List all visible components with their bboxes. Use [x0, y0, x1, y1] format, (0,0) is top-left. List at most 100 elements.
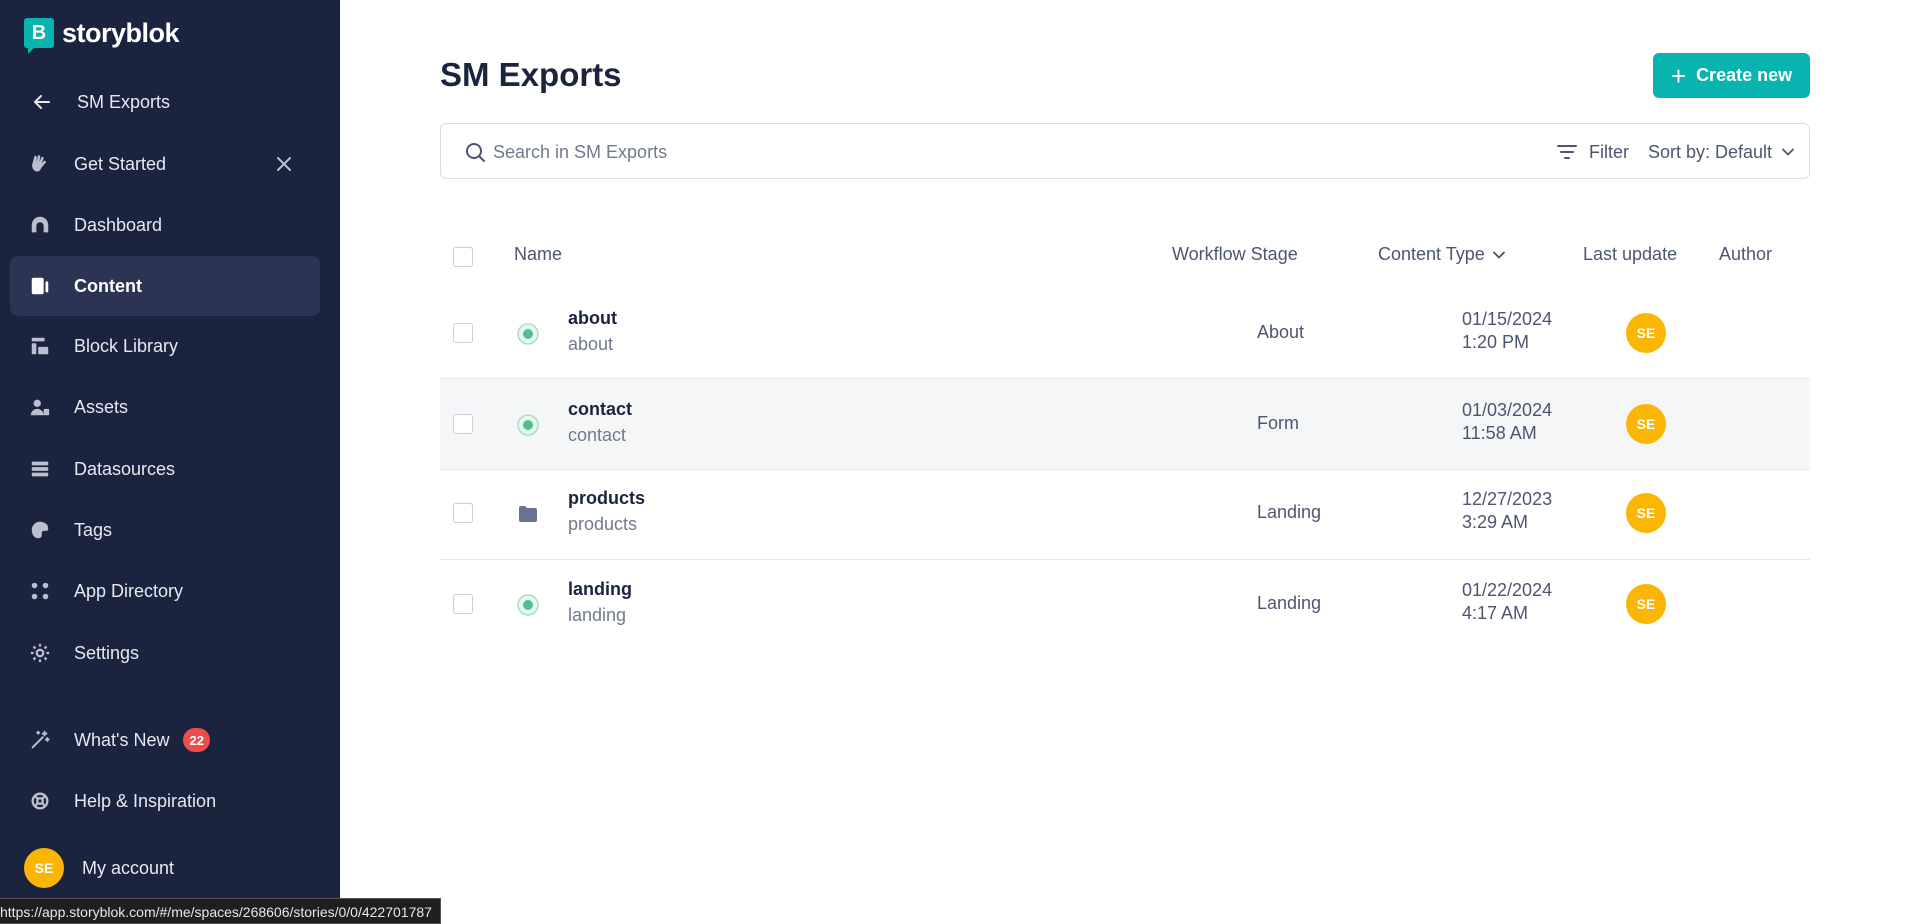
back-to-space-button[interactable]: SM Exports: [30, 86, 170, 118]
update-time: 11:58 AM: [1462, 423, 1537, 443]
table-row[interactable]: about about About 01/15/2024 1:20 PM SE: [440, 288, 1810, 378]
story-name[interactable]: contact: [568, 399, 632, 420]
sidebar-item-label: Assets: [74, 396, 129, 417]
search-icon: [466, 143, 485, 162]
sidebar-item-whats-new[interactable]: What's New 22: [10, 710, 320, 770]
storyblok-logo-icon: B: [24, 18, 54, 54]
search-bar: Filter Sort by: Default: [440, 123, 1810, 179]
column-header-author: Author: [1719, 244, 1772, 265]
sidebar-item-content[interactable]: Content: [10, 256, 320, 316]
sidebar-item-help[interactable]: Help & Inspiration: [10, 771, 320, 831]
sidebar-item-label: Dashboard: [74, 214, 163, 235]
column-label: Last update: [1583, 244, 1678, 264]
story-slug: about: [568, 334, 614, 354]
sidebar-item-get-started[interactable]: Get Started: [10, 134, 320, 194]
update-time: 3:29 AM: [1462, 512, 1529, 532]
sidebar-item-app-directory[interactable]: App Directory: [10, 561, 320, 621]
wave-hand-icon: [28, 152, 52, 176]
account-label: My account: [82, 857, 175, 878]
story-name[interactable]: landing: [568, 579, 632, 600]
sidebar-item-dashboard[interactable]: Dashboard: [10, 195, 320, 255]
dashboard-icon: [28, 213, 52, 237]
row-checkbox[interactable]: [453, 414, 473, 434]
magic-wand-icon: [28, 728, 52, 752]
update-date: 01/22/2024: [1462, 580, 1553, 600]
published-status-icon: [517, 594, 539, 616]
blocks-icon: [28, 334, 52, 358]
story-slug: contact: [568, 425, 627, 445]
search-input[interactable]: [493, 136, 1473, 168]
story-slug: landing: [568, 605, 627, 625]
sidebar-item-label: Block Library: [74, 335, 179, 356]
create-new-button[interactable]: + Create new: [1653, 53, 1810, 98]
select-all-checkbox[interactable]: [453, 247, 473, 267]
sidebar-item-label: Tags: [74, 519, 113, 540]
column-label: Content Type: [1378, 244, 1485, 264]
gear-icon: [28, 641, 52, 665]
table-row[interactable]: products products Landing 12/27/2023 3:29…: [440, 470, 1810, 560]
folder-slug: products: [568, 514, 638, 534]
sort-label: Sort by: Default: [1648, 141, 1773, 162]
column-label: Name: [514, 244, 563, 264]
sidebar-item-label: Datasources: [74, 458, 176, 479]
filter-label: Filter: [1589, 141, 1629, 162]
row-checkbox[interactable]: [453, 323, 473, 343]
content-type: Landing: [1257, 502, 1322, 522]
sidebar-item-label: Help & Inspiration: [74, 790, 217, 811]
storyblok-logo[interactable]: B storyblok: [24, 16, 180, 54]
published-status-icon: [517, 323, 539, 345]
sidebar-item-settings[interactable]: Settings: [10, 623, 320, 683]
author-avatar: SE: [1626, 584, 1666, 624]
content-icon: [28, 274, 52, 298]
update-time: 4:17 AM: [1462, 603, 1529, 623]
my-account-button[interactable]: SE My account: [24, 848, 174, 888]
sidebar-item-assets[interactable]: Assets: [10, 377, 320, 437]
column-header-name[interactable]: Name: [514, 244, 562, 265]
filter-icon: [1557, 145, 1577, 159]
story-name[interactable]: about: [568, 308, 617, 329]
close-icon[interactable]: [272, 152, 296, 176]
column-label: Workflow Stage: [1172, 244, 1298, 264]
apps-icon: [28, 579, 52, 603]
space-name: SM Exports: [77, 91, 171, 112]
table-row[interactable]: landing landing Landing 01/22/2024 4:17 A…: [440, 560, 1810, 650]
author-avatar: SE: [1626, 404, 1666, 444]
folder-name[interactable]: products: [568, 488, 645, 509]
sidebar-item-datasources[interactable]: Datasources: [10, 439, 320, 499]
main-content: SM Exports + Create new Filter Sort by: …: [340, 0, 1910, 924]
sidebar-item-label: App Directory: [74, 580, 184, 601]
update-date: 12/27/2023: [1462, 489, 1553, 509]
chevron-down-icon: [1492, 251, 1505, 258]
content-type: Landing: [1257, 593, 1322, 613]
author-avatar: SE: [1626, 313, 1666, 353]
last-update: 01/22/2024 4:17 AM: [1462, 579, 1552, 625]
arrow-left-icon: [34, 95, 50, 109]
page-title: SM Exports: [440, 56, 622, 93]
table-row[interactable]: contact contact Form 01/03/2024 11:58 AM …: [440, 379, 1810, 469]
column-header-content-type[interactable]: Content Type: [1378, 244, 1509, 265]
row-checkbox[interactable]: [453, 594, 473, 614]
row-checkbox[interactable]: [453, 503, 473, 523]
tag-icon: [28, 518, 52, 542]
last-update: 12/27/2023 3:29 AM: [1462, 488, 1552, 534]
update-date: 01/15/2024: [1462, 309, 1553, 329]
column-label: Author: [1719, 244, 1773, 264]
sidebar-item-label: Settings: [74, 642, 140, 663]
filter-button[interactable]: Filter: [1555, 138, 1629, 166]
last-update: 01/15/2024 1:20 PM: [1462, 308, 1552, 354]
sidebar-item-tags[interactable]: Tags: [10, 500, 320, 560]
last-update: 01/03/2024 11:58 AM: [1462, 399, 1552, 445]
lifebuoy-icon: [28, 789, 52, 813]
author-avatar: SE: [1626, 493, 1666, 533]
update-date: 01/03/2024: [1462, 400, 1553, 420]
content-type: About: [1257, 322, 1305, 342]
column-header-last-update[interactable]: Last update: [1583, 244, 1677, 265]
content-type: Form: [1257, 413, 1299, 433]
update-time: 1:20 PM: [1462, 332, 1530, 352]
brand-name: storyblok: [62, 17, 180, 48]
folder-icon: [519, 506, 537, 522]
column-header-workflow-stage: Workflow Stage: [1172, 244, 1298, 265]
sort-dropdown[interactable]: Sort by: Default: [1648, 138, 1798, 166]
sidebar-item-label: Get Started: [74, 153, 167, 174]
sidebar-item-block-library[interactable]: Block Library: [10, 316, 320, 376]
